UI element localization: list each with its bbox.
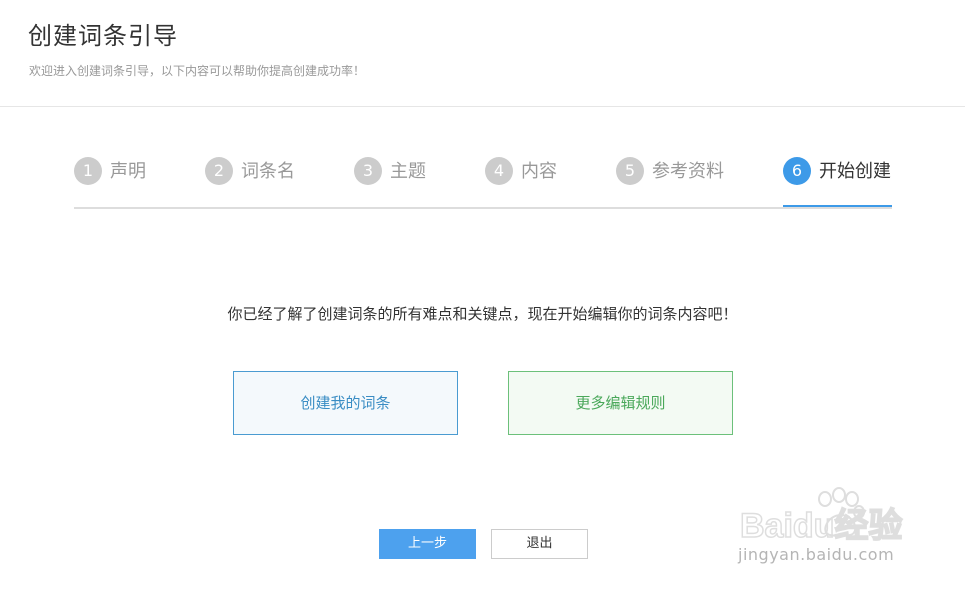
- step-number: 3: [354, 157, 382, 185]
- step-label: 主题: [390, 161, 426, 182]
- page-subtitle: 欢迎进入创建词条引导，以下内容可以帮助你提高创建成功率！: [29, 64, 366, 78]
- step-progress: 1 声明 2 词条名 3 主题 4 内容 5 参考资料 6 开始创建: [74, 155, 892, 209]
- more-rules-button[interactable]: 更多编辑规则: [508, 371, 733, 435]
- watermark-url: jingyan.baidu.com: [738, 545, 895, 564]
- previous-step-button[interactable]: 上一步: [379, 529, 476, 559]
- step-number: 5: [616, 157, 644, 185]
- step-number: 6: [783, 157, 811, 185]
- watermark-logo-text: Baidu经验: [740, 506, 902, 545]
- step-number: 4: [485, 157, 513, 185]
- page-title: 创建词条引导: [28, 22, 178, 50]
- step-label: 声明: [110, 161, 146, 182]
- step-label: 词条名: [241, 161, 295, 182]
- active-step-indicator: [783, 205, 892, 207]
- create-entry-button[interactable]: 创建我的词条: [233, 371, 458, 435]
- step-label: 内容: [521, 161, 557, 182]
- instruction-message: 你已经了解了创建词条的所有难点和关键点，现在开始编辑你的词条内容吧！: [227, 305, 738, 323]
- step-label: 参考资料: [652, 161, 724, 182]
- exit-button[interactable]: 退出: [491, 529, 588, 559]
- step-number: 2: [205, 157, 233, 185]
- step-label: 开始创建: [819, 161, 891, 182]
- step-number: 1: [74, 157, 102, 185]
- page-header: 创建词条引导 欢迎进入创建词条引导，以下内容可以帮助你提高创建成功率！: [0, 0, 965, 107]
